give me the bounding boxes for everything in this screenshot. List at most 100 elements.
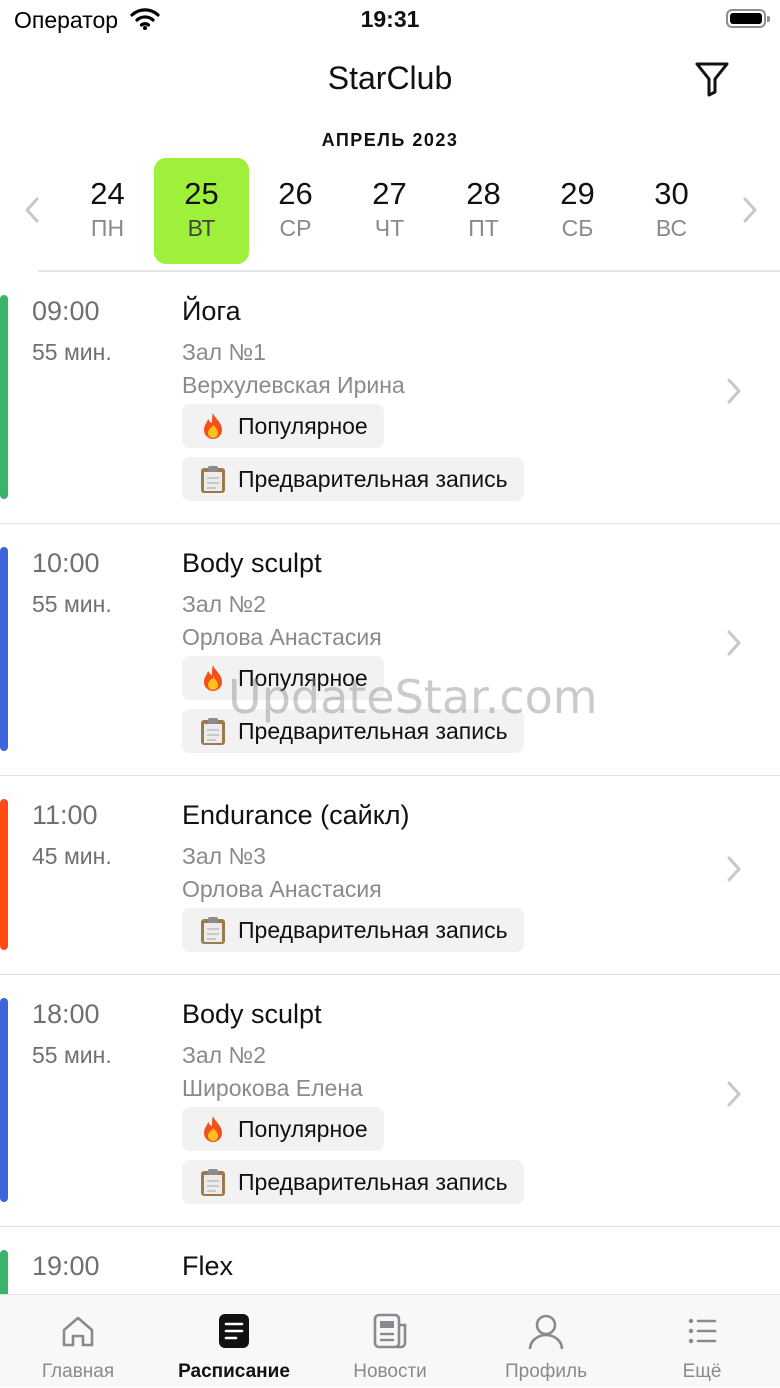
tab-label: Ещё [682,1361,722,1382]
tab-news[interactable]: Новости [312,1295,468,1388]
day-25[interactable]: 25 ВТ [154,158,249,264]
tab-more[interactable]: Ещё [624,1295,780,1388]
home-icon [58,1311,98,1351]
class-hall: Зал №2 [182,1042,266,1068]
more-icon [682,1311,722,1351]
clipboard-icon [198,716,228,746]
tab-bar: Главная Расписание Новости Профиль Ещё [0,1294,780,1387]
tab-label: Профиль [504,1361,588,1382]
class-title: Flex [182,1251,234,1281]
day-number: 27 [372,176,407,211]
popular-badge-label: Популярное [238,664,368,691]
chevron-right-icon [724,375,744,407]
class-duration: 55 мин. [32,591,112,617]
class-color-marker [0,295,8,499]
class-color-marker [0,998,8,1202]
chevron-right-icon [724,853,744,885]
status-bar: Оператор 19:31 [0,0,780,40]
clipboard-icon [198,915,228,945]
class-color-marker [0,799,8,950]
day-number: 26 [278,176,313,211]
day-name: СР [279,215,312,241]
class-time: 19:00 [32,1251,100,1281]
class-duration: 55 мин. [32,1042,112,1068]
booking-badge-label: Предварительная запись [238,717,508,744]
class-row[interactable]: 09:00 55 мин. Йога Зал №1 Верхулевская Ирина… [0,272,780,524]
status-time: 19:31 [360,6,420,32]
tab-label: Новости [353,1361,427,1382]
popular-badge-label: Популярное [238,412,368,439]
tab-profile[interactable]: Профиль [468,1295,624,1388]
class-color-marker [0,547,8,751]
class-title: Body sculpt [182,999,322,1029]
chevron-left-icon [25,197,39,223]
class-list[interactable]: 09:00 55 мин. Йога Зал №1 Верхулевская Ирина… [0,272,780,1294]
day-26[interactable]: 26 СР [248,158,343,264]
day-number: 25 [184,176,219,211]
class-hall: Зал №3 [182,843,266,869]
class-hall: Зал №1 [182,339,266,365]
clipboard-icon [198,1167,228,1197]
booking-badge-label: Предварительная запись [238,465,508,492]
day-name: ВС [655,215,688,241]
booking-badge-label: Предварительная запись [238,916,508,943]
schedule-icon [214,1311,254,1351]
day-number: 29 [560,176,595,211]
popular-badge: Популярное [182,1107,384,1151]
next-week-button[interactable] [736,190,764,230]
battery-icon [726,9,770,28]
filter-icon [695,62,729,97]
chevron-right-icon [724,1078,744,1110]
prev-week-button[interactable] [18,190,46,230]
day-number: 24 [90,176,125,211]
booking-badge-label: Предварительная запись [238,1168,508,1195]
profile-icon [526,1311,566,1351]
tab-home[interactable]: Главная [0,1295,156,1388]
day-name: ПН [90,215,125,241]
filter-button[interactable] [690,56,734,100]
class-time: 18:00 [32,999,100,1029]
day-name: СБ [561,215,594,241]
class-time: 09:00 [32,296,100,326]
news-icon [370,1311,410,1351]
fire-icon [198,1114,228,1144]
class-duration: 45 мин. [32,843,112,869]
day-24[interactable]: 24 ПН [60,158,155,264]
booking-badge: Предварительная запись [182,1160,524,1204]
booking-badge: Предварительная запись [182,908,524,952]
class-title: Body sculpt [182,548,322,578]
chevron-right-icon [743,197,757,223]
class-trainer: Орлова Анастасия [182,624,382,650]
popular-badge: Популярное [182,404,384,448]
tab-schedule[interactable]: Расписание [156,1295,312,1388]
class-trainer: Широкова Елена [182,1075,363,1101]
day-29[interactable]: 29 СБ [530,158,625,264]
fire-icon [198,411,228,441]
day-30[interactable]: 30 ВС [624,158,719,264]
tab-label: Главная [41,1361,115,1382]
class-row[interactable]: 10:00 55 мин. Body sculpt Зал №2 Орлова Анас… [0,524,780,776]
booking-badge: Предварительная запись [182,457,524,501]
day-name: ПТ [468,215,499,241]
day-name: ВТ [187,215,216,241]
class-row[interactable]: 19:00 Flex [0,1227,780,1294]
page-title: StarClub [327,60,453,96]
class-trainer: Верхулевская Ирина [182,372,405,398]
class-title: Йога [182,296,241,326]
day-number: 28 [466,176,501,211]
popular-badge-label: Популярное [238,1115,368,1142]
popular-badge: Популярное [182,656,384,700]
fire-icon [198,663,228,693]
chevron-right-icon [724,627,744,659]
class-time: 11:00 [32,800,98,830]
day-name: ЧТ [374,215,405,241]
day-28[interactable]: 28 ПТ [436,158,531,264]
clipboard-icon [198,464,228,494]
class-row[interactable]: 18:00 55 мин. Body sculpt Зал №2 Широкова Ел… [0,975,780,1227]
class-title: Endurance (сайкл) [182,800,410,830]
day-27[interactable]: 27 ЧТ [342,158,437,264]
class-row[interactable]: 11:00 45 мин. Endurance (сайкл) Зал №3 Орлов… [0,776,780,975]
month-label: АПРЕЛЬ 2023 [321,130,459,150]
booking-badge: Предварительная запись [182,709,524,753]
class-trainer: Орлова Анастасия [182,876,382,902]
